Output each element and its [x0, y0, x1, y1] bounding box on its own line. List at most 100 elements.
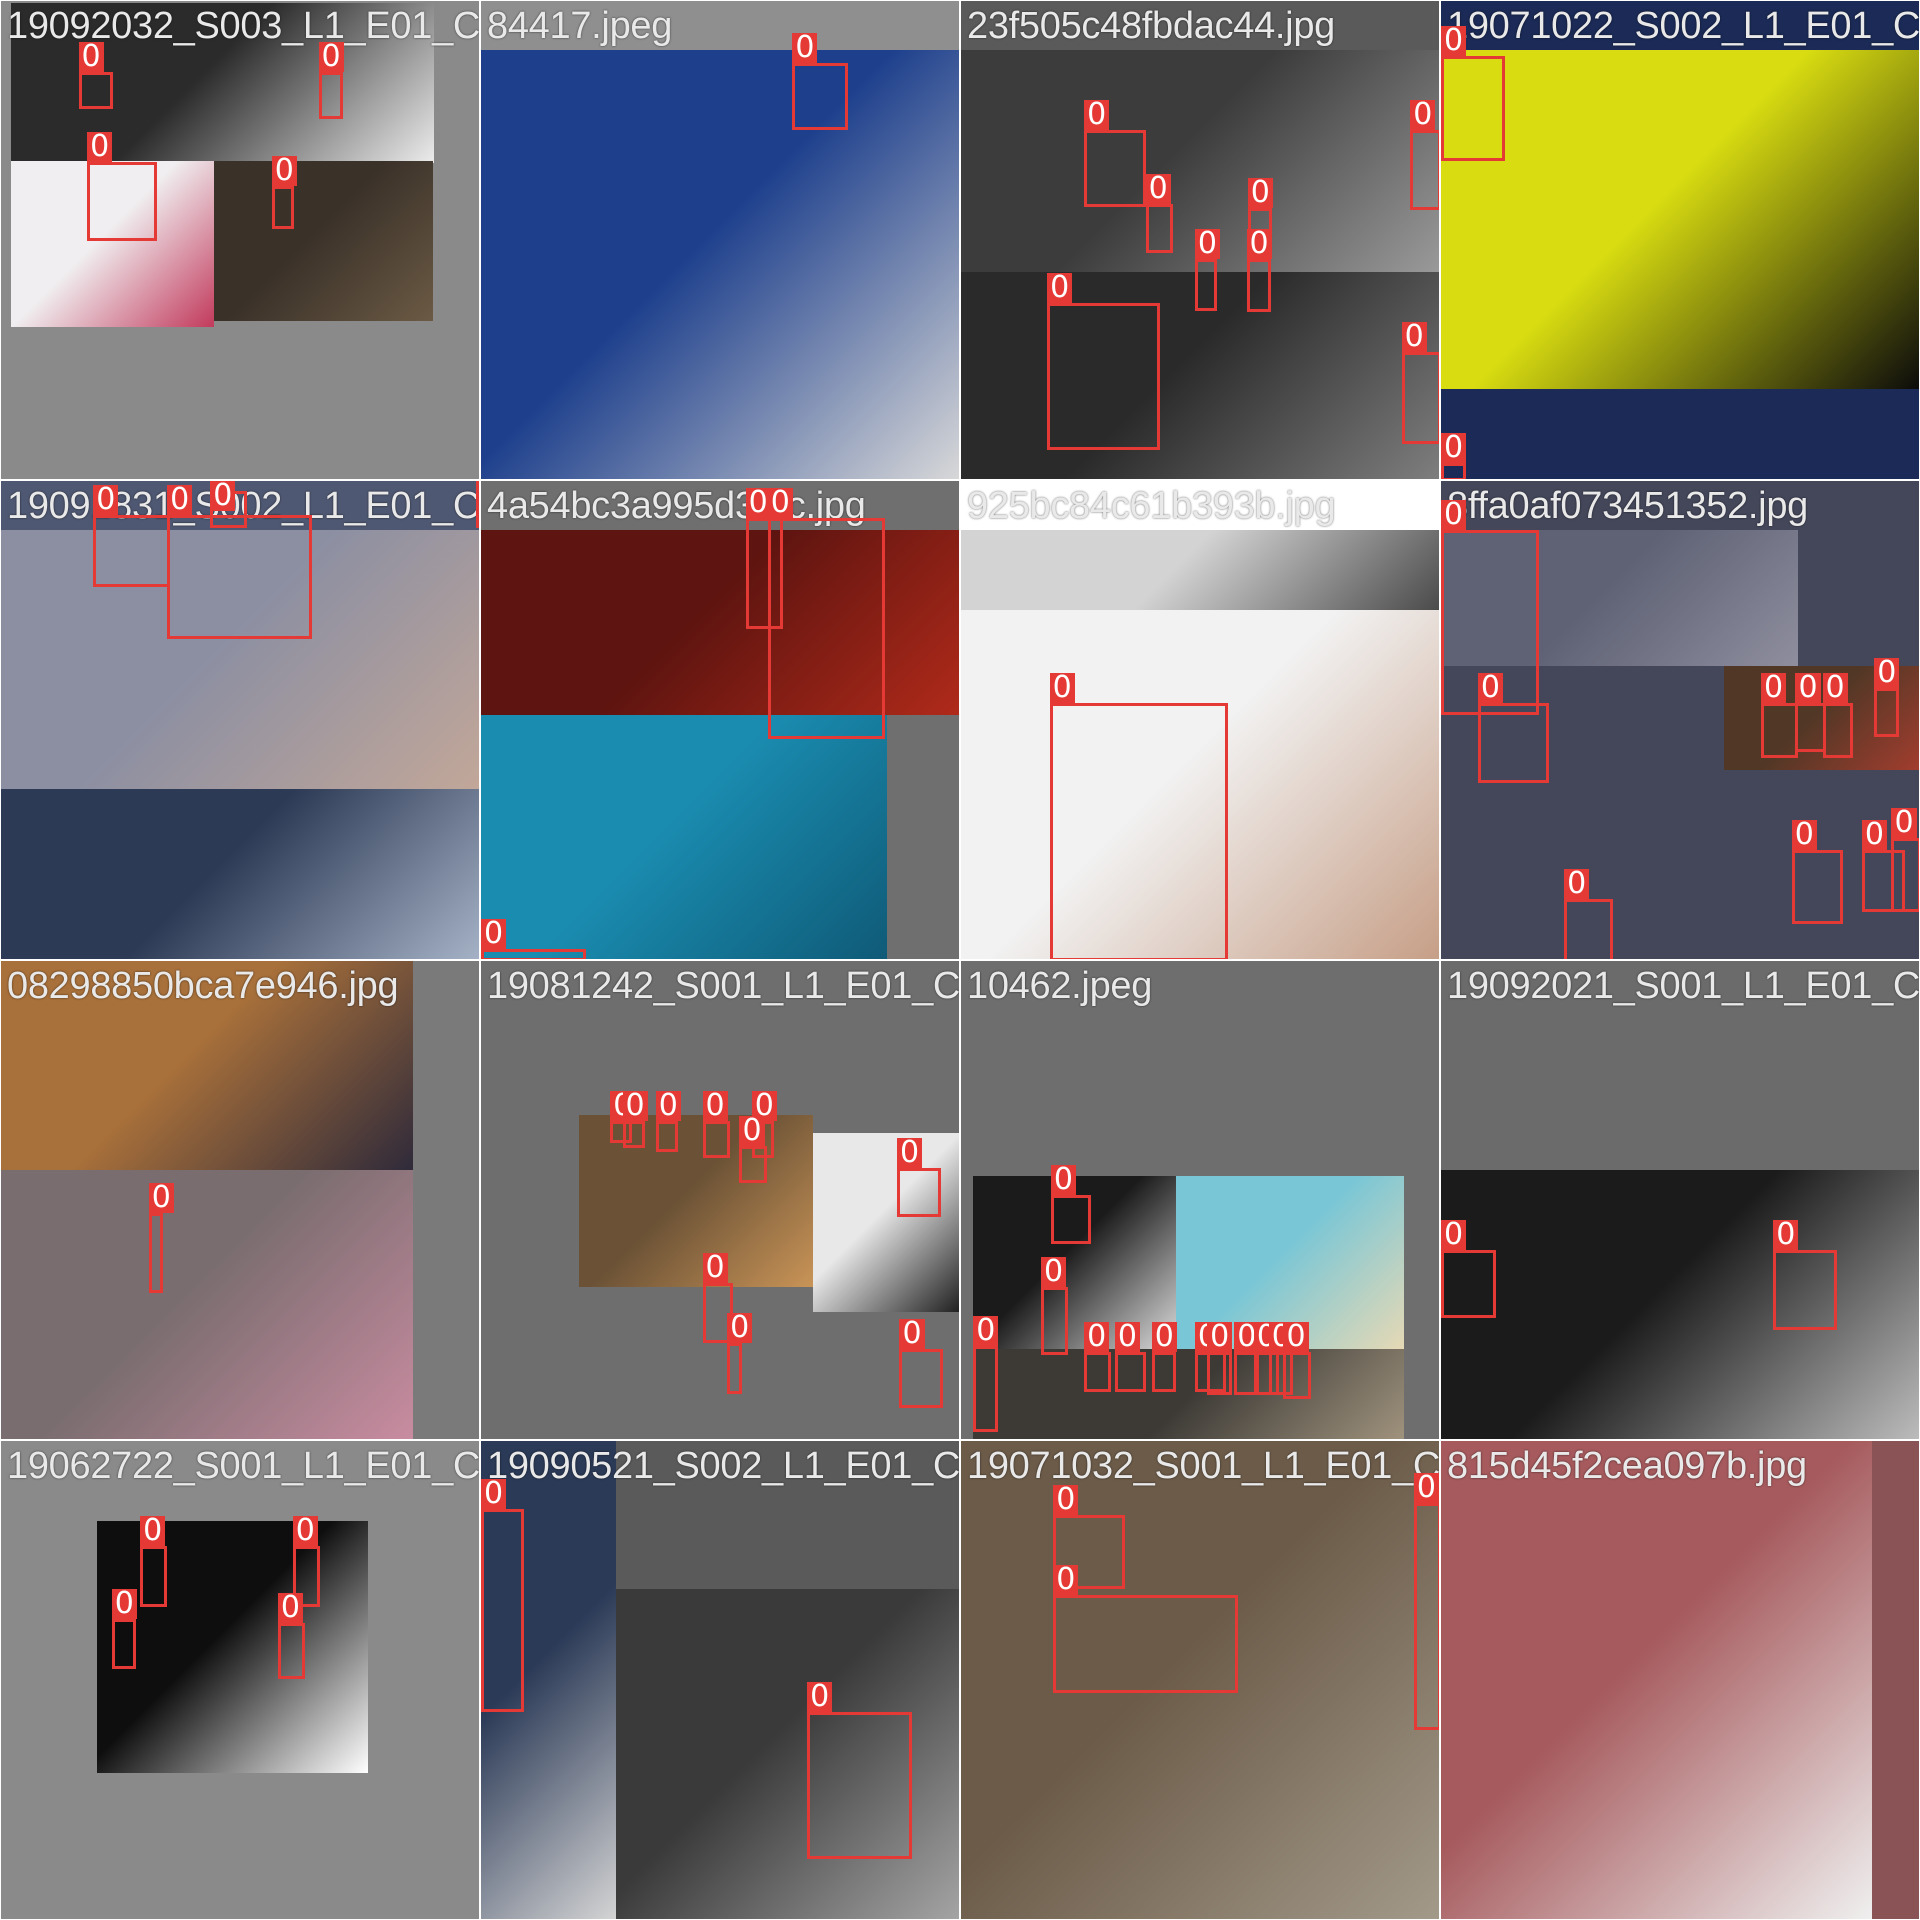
- detection-label: 0: [1564, 869, 1590, 900]
- detection-label: 0: [111, 1589, 137, 1620]
- tile-filename: 23f505c48fbdac44.jpg: [967, 5, 1335, 47]
- tile-photo: [481, 714, 888, 959]
- detection-label: 0: [1114, 1322, 1140, 1353]
- tile-filename: 8ffa0af073451352.jpg: [1447, 485, 1808, 527]
- detection-label: 0: [210, 481, 236, 511]
- detection-box: [727, 1342, 742, 1395]
- detection-label: 0: [271, 155, 297, 186]
- detection-label: 0: [1822, 672, 1848, 703]
- detection-box: [318, 72, 344, 120]
- detection-label: 0: [767, 487, 793, 518]
- detection-box: [1874, 687, 1899, 737]
- mosaic-tile: 0 0 0 0 0 0 0 0 0 0 8ffa0af073451352.jpg: [1440, 480, 1920, 960]
- detection-label: 0: [727, 1312, 753, 1343]
- tile-filename: 19071032_S001_L1_E01_C1.jpg: [967, 1445, 1440, 1487]
- detection-label: 0: [78, 42, 104, 73]
- detection-label: 0: [1401, 321, 1427, 352]
- detection-label: 0: [93, 485, 119, 516]
- tile-photo: [1, 1170, 414, 1439]
- mosaic-tile: 0 925bc84c61b393b.jpg: [960, 480, 1440, 960]
- mosaic-tile: 0 08298850bca7e946.jpg: [0, 960, 480, 1440]
- detection-label: 0: [807, 1681, 833, 1712]
- detection-label: 0: [292, 1515, 318, 1546]
- detection-label: 0: [899, 1318, 925, 1349]
- detection-label: 0: [1861, 820, 1888, 851]
- mosaic-tile: 000019091831_S002_L1_E01_C4.jpg: [0, 480, 480, 960]
- detection-label: 0: [87, 132, 113, 163]
- tile-photo: [1, 788, 479, 959]
- detection-box: [481, 1508, 525, 1712]
- tile-photo: [961, 530, 1439, 611]
- detection-box: [1564, 899, 1614, 959]
- detection-box: [1047, 302, 1161, 451]
- detection-box: [739, 1145, 767, 1183]
- mosaic-tile: 0 0 0 4a54bc3a995d36fc.jpg: [480, 480, 960, 960]
- detection-label: 0: [1795, 672, 1821, 703]
- detection-box: [792, 62, 848, 131]
- detection-box: [1791, 850, 1844, 925]
- detection-box: [973, 1346, 998, 1433]
- detection-label: 0: [1151, 1322, 1177, 1353]
- tile-photo: [213, 161, 433, 321]
- detection-label: 0: [1413, 1472, 1439, 1503]
- detection-label: 0: [1410, 100, 1436, 131]
- detection-label: 0: [318, 42, 344, 73]
- detection-box: [1194, 259, 1217, 312]
- detection-box: [1401, 351, 1439, 445]
- tile-photo: [1441, 1170, 1919, 1439]
- detection-box: [767, 517, 885, 740]
- detection-label: 0: [792, 32, 818, 63]
- tile-filename: 19081242_S001_L1_E01_C7.jpg: [487, 965, 960, 1007]
- detection-label: 0: [148, 1183, 174, 1214]
- detection-label: 0: [1145, 174, 1171, 205]
- detection-label: 0: [1283, 1322, 1309, 1353]
- detection-box: [78, 72, 113, 110]
- detection-box: [622, 1121, 645, 1149]
- mosaic-tile: 00000000000010462.jpeg: [960, 960, 1440, 1440]
- detection-label: 0: [1246, 229, 1272, 260]
- mosaic-tile: 0 0 0 0 0 0 0 0 23f505c48fbdac44.jpg: [960, 0, 1440, 480]
- detection-box: [899, 1348, 943, 1408]
- detection-label: 0: [1441, 432, 1467, 463]
- detection-box: [1084, 130, 1146, 207]
- detection-box: [277, 1623, 305, 1679]
- detection-box: [1773, 1250, 1838, 1331]
- tile-photo: [481, 530, 959, 715]
- mosaic-tile: 00019071032_S001_L1_E01_C1.jpg: [960, 1440, 1440, 1920]
- detection-box: [148, 1213, 164, 1294]
- detection-box: [140, 1545, 168, 1608]
- detection-box: [1041, 1287, 1069, 1355]
- tile-filename: 10462.jpeg: [967, 965, 1153, 1007]
- detection-box: [702, 1121, 730, 1158]
- detection-box: [1477, 702, 1550, 783]
- detection-box: [87, 162, 158, 241]
- detection-box: [1145, 204, 1173, 254]
- detection-label: 0: [1441, 500, 1467, 531]
- tile-filename: 19062722_S001_L1_E01_C9.jpg: [7, 1445, 480, 1487]
- mosaic-tile: 815d45f2cea097b.jpg: [1440, 1440, 1920, 1920]
- detection-box: [897, 1167, 942, 1217]
- tile-filename: 84417.jpeg: [487, 5, 673, 47]
- detection-label: 0: [973, 1316, 999, 1347]
- detection-label: 0: [739, 1115, 765, 1146]
- detection-label: 0: [1084, 1322, 1110, 1353]
- tile-photo: [973, 1348, 1405, 1439]
- detection-label: 0: [1053, 1564, 1079, 1595]
- detection-box: [1283, 1352, 1311, 1400]
- detection-box: [1050, 1194, 1092, 1245]
- detection-label: 0: [481, 918, 507, 949]
- detection-label: 0: [167, 485, 193, 516]
- tile-filename: 19071022_S002_L1_E01_C: [1447, 5, 1920, 47]
- detection-label: 0: [1761, 672, 1787, 703]
- mosaic-grid: 000019092032_S003_L1_E01_C0.jpg084417.jp…: [0, 0, 1920, 1920]
- detection-box: [1049, 702, 1229, 959]
- detection-box: [1891, 837, 1919, 912]
- tile-filename: 19092021_S001_L1_E01_C: [1447, 965, 1920, 1007]
- detection-box: [655, 1121, 678, 1152]
- detection-box: [93, 515, 170, 587]
- detection-box: [1441, 462, 1466, 479]
- detection-box: [1441, 1250, 1497, 1318]
- mosaic-tile: 0 0 19092021_S001_L1_E01_C: [1440, 960, 1920, 1440]
- detection-box: [807, 1711, 912, 1860]
- detection-label: 0: [1441, 1220, 1467, 1251]
